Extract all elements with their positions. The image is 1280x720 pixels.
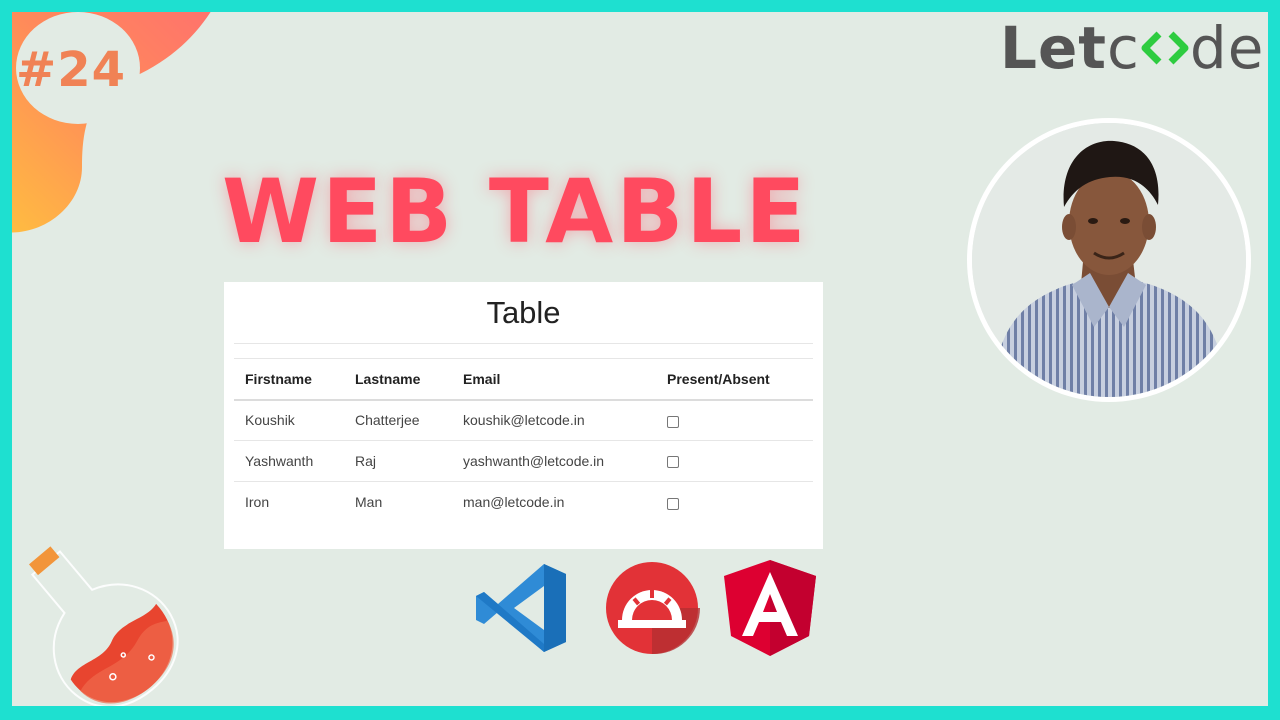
table-header-row: Firstname Lastname Email Present/Absent bbox=[234, 358, 813, 401]
cell-lastname: Man bbox=[355, 494, 383, 511]
table-row: Iron Man man@letcode.in bbox=[234, 482, 813, 523]
cell-email: yashwanth@letcode.in bbox=[452, 440, 656, 482]
presenter-avatar-frame bbox=[967, 118, 1251, 402]
present-checkbox[interactable] bbox=[667, 497, 679, 510]
header-email: Email bbox=[452, 358, 656, 401]
angular-icon bbox=[724, 560, 816, 656]
code-brackets-icon bbox=[1141, 31, 1189, 65]
logo-text-let: Let bbox=[1000, 14, 1108, 82]
header-firstname: Firstname bbox=[234, 358, 344, 401]
table-title: Table bbox=[234, 294, 813, 344]
logo-text-de: de bbox=[1189, 14, 1265, 82]
cell-firstname: Yashwanth bbox=[234, 440, 344, 482]
episode-number: #24 bbox=[16, 42, 127, 98]
presenter-avatar bbox=[972, 123, 1246, 397]
cell-email: koushik@letcode.in bbox=[452, 399, 656, 441]
table-card: Table Firstname Lastname Email Present/A… bbox=[224, 282, 823, 549]
cell-present bbox=[656, 482, 813, 523]
cell-email: man@letcode.in bbox=[463, 494, 565, 511]
table-row: Yashwanth Raj yashwanth@letcode.in bbox=[234, 440, 813, 482]
table-row: Koushik Chatterjee koushik@letcode.in bbox=[234, 399, 813, 441]
web-table: Firstname Lastname Email Present/Absent … bbox=[234, 358, 813, 523]
headline: WEB TABLE bbox=[222, 160, 809, 263]
cell-firstname: Iron bbox=[245, 494, 270, 511]
present-checkbox[interactable] bbox=[667, 456, 679, 469]
cell-lastname: Raj bbox=[344, 440, 452, 482]
cell-present bbox=[656, 399, 813, 441]
flask-icon bbox=[28, 546, 179, 706]
tool-icons bbox=[472, 558, 816, 658]
header-lastname: Lastname bbox=[344, 358, 452, 401]
logo-text-c: c bbox=[1107, 14, 1140, 82]
cell-firstname: Koushik bbox=[234, 399, 344, 441]
header-present-absent: Present/Absent bbox=[656, 358, 813, 401]
letcode-logo: Let c de bbox=[1000, 14, 1264, 82]
cell-lastname: Chatterjee bbox=[344, 399, 452, 441]
protractor-icon bbox=[606, 562, 700, 655]
cell-present bbox=[656, 440, 813, 482]
thumbnail-frame: #24 Let c de WEB TABLE Table Firstname L… bbox=[12, 12, 1268, 706]
vscode-icon bbox=[476, 564, 566, 652]
present-checkbox[interactable] bbox=[667, 415, 679, 428]
